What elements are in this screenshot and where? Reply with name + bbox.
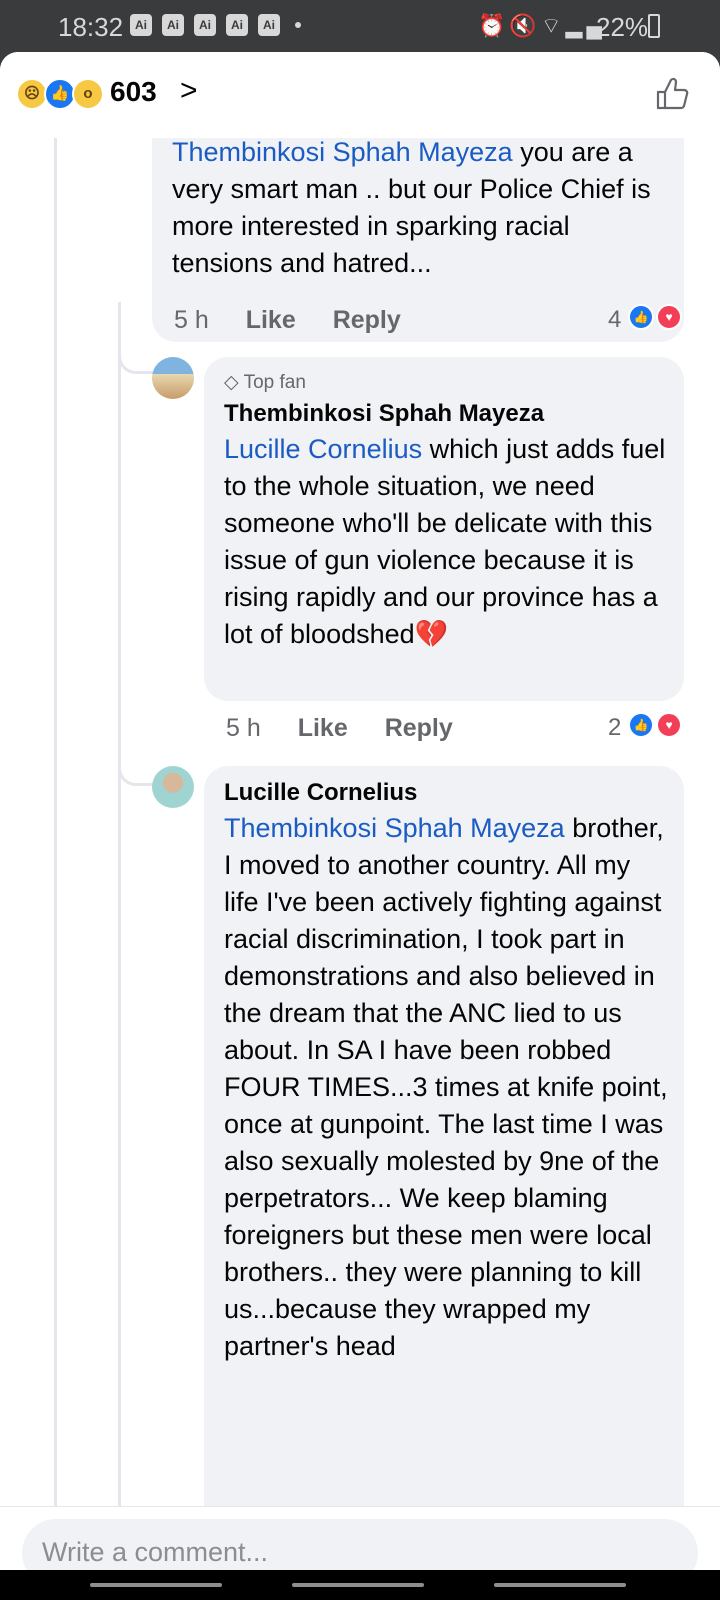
like-button[interactable]: Like: [246, 306, 296, 334]
reply-button[interactable]: Reply: [333, 306, 401, 334]
like-reaction-icon: 👍: [628, 712, 654, 738]
reply-button[interactable]: Reply: [385, 714, 453, 742]
system-nav-bar: [0, 1570, 720, 1600]
love-reaction-icon: ♥: [656, 712, 682, 738]
ai-badge-icon: Ai: [226, 14, 248, 36]
thread-line: [54, 138, 57, 1508]
avatar[interactable]: [152, 357, 194, 399]
status-bar: 18:32 Ai Ai Ai Ai Ai ⏰🔇⌔▂▄ 22%: [0, 0, 720, 52]
like-post-button[interactable]: [652, 74, 692, 114]
comment-text: Lucille Cornelius which just adds fuel t…: [224, 434, 666, 649]
battery-level: 22%: [596, 12, 649, 42]
reply-connector: [118, 352, 154, 374]
comment-reaction-count[interactable]: 4: [608, 306, 621, 334]
reply-connector: [118, 764, 154, 786]
reactions-header: ☹ 👍 o 603 >: [0, 52, 720, 138]
comment-actions: 5 h Like Reply: [174, 306, 431, 335]
mention-link[interactable]: Thembinkosi Sphah Mayeza: [224, 813, 565, 843]
reaction-count[interactable]: 603: [110, 76, 157, 108]
nav-recents-handle[interactable]: [90, 1583, 222, 1587]
comment-bubble[interactable]: ◇ Top fan Thembinkosi Sphah Mayeza Lucil…: [204, 357, 684, 701]
status-time: 18:32: [58, 12, 124, 42]
comment-input-placeholder: Write a comment...: [42, 1537, 269, 1567]
ai-badge-icon: Ai: [194, 14, 216, 36]
like-button[interactable]: Like: [298, 714, 348, 742]
wifi-icon: ⌔: [540, 13, 566, 38]
comment-bubble[interactable]: Lucille Cornelius Thembinkosi Sphah Maye…: [204, 766, 684, 1566]
battery-icon: [648, 14, 660, 38]
broken-heart-emoji: 💔: [414, 619, 449, 649]
comment-composer: Write a comment...: [0, 1506, 720, 1570]
nav-home-handle[interactable]: [292, 1583, 424, 1587]
notification-dot: [295, 22, 301, 28]
top-fan-badge: ◇ Top fan: [224, 372, 306, 393]
alarm-icon: ⏰: [478, 13, 510, 38]
ai-badge-icon: Ai: [258, 14, 280, 36]
mute-icon: 🔇: [509, 13, 541, 38]
comment-text: Thembinkosi Sphah Mayeza you are a very …: [172, 137, 651, 278]
love-reaction-icon: ♥: [656, 304, 682, 330]
ai-badge-icon: Ai: [162, 14, 184, 36]
diamond-icon: ◇: [224, 372, 244, 393]
thread-line: [118, 302, 121, 1508]
comment-author[interactable]: Lucille Cornelius: [224, 778, 417, 808]
mention-link[interactable]: Thembinkosi Sphah Mayeza: [172, 137, 513, 167]
comment-reaction-count[interactable]: 2: [608, 714, 621, 742]
comment-text: Thembinkosi Sphah Mayeza brother, I move…: [224, 813, 668, 1361]
ai-badge-icon: Ai: [130, 14, 152, 36]
chevron-right-icon[interactable]: >: [180, 74, 198, 108]
comment-time: 5 h: [226, 714, 261, 742]
comment-input[interactable]: Write a comment...: [22, 1519, 698, 1570]
avatar[interactable]: [152, 766, 194, 808]
comment-author[interactable]: Thembinkosi Sphah Mayeza: [224, 399, 544, 429]
comments-sheet: ☹ 👍 o 603 > Thembinkosi Sphah Mayeza you…: [0, 52, 720, 1570]
comment-actions: 5 h Like Reply: [226, 714, 483, 743]
wow-reaction-icon: o: [72, 78, 104, 110]
like-reaction-icon: 👍: [628, 304, 654, 330]
comment-time: 5 h: [174, 306, 209, 334]
nav-back-handle[interactable]: [494, 1583, 626, 1587]
mention-link[interactable]: Lucille Cornelius: [224, 434, 422, 464]
